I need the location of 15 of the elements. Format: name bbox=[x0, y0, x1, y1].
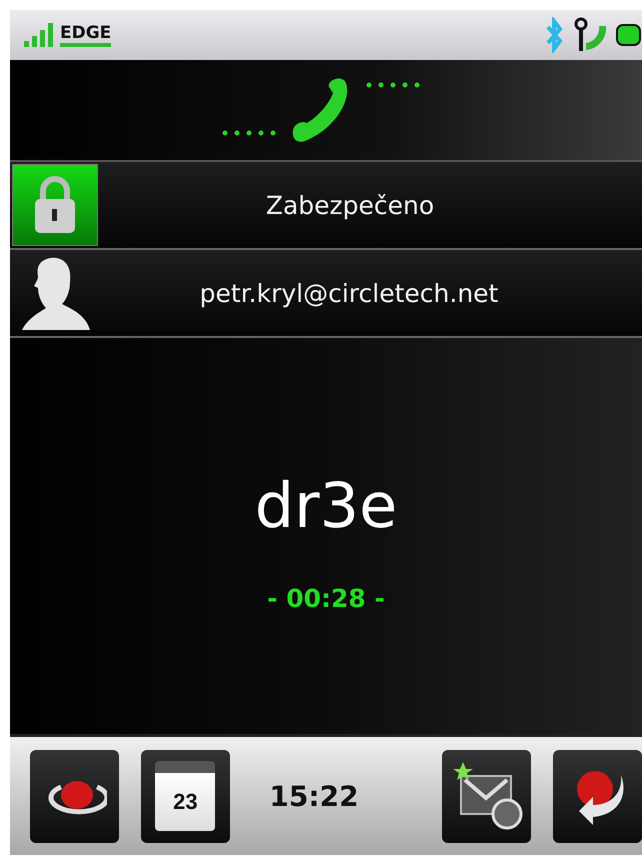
battery-icon bbox=[616, 22, 642, 48]
calendar-button[interactable]: 23 bbox=[140, 750, 230, 842]
lock-icon bbox=[33, 175, 77, 235]
contact-address: petr.kryl@circletech.net bbox=[198, 278, 500, 308]
wifi-icon bbox=[574, 16, 608, 54]
transfer-button[interactable] bbox=[553, 750, 642, 842]
calendar-day: 23 bbox=[173, 789, 198, 815]
hang-up-button[interactable] bbox=[30, 750, 119, 842]
caller-name: dr3e bbox=[254, 469, 398, 542]
network-type: EDGE bbox=[60, 23, 112, 47]
call-duration: - 00:28 - bbox=[267, 584, 385, 613]
security-status: Zabezpečeno bbox=[264, 190, 436, 220]
clock-time: 15:22 bbox=[268, 780, 360, 812]
signal-icon bbox=[24, 23, 54, 47]
message-button[interactable] bbox=[442, 750, 532, 842]
